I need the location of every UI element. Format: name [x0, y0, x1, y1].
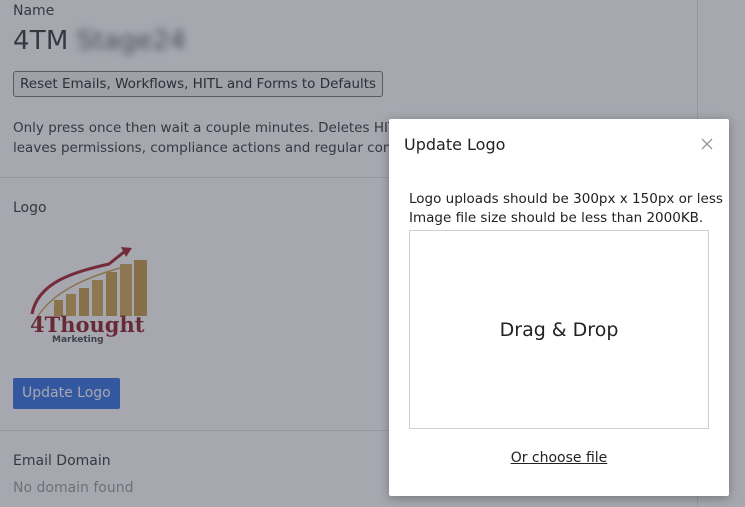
dropzone-label: Drag & Drop: [499, 318, 619, 341]
upload-requirements: Logo uploads should be 300px x 150px or …: [409, 190, 723, 228]
update-logo-modal: Update Logo Logo uploads should be 300px…: [389, 119, 729, 496]
close-x-icon: [701, 138, 713, 150]
modal-title: Update Logo: [404, 135, 506, 154]
upload-requirement-dimensions: Logo uploads should be 300px x 150px or …: [409, 191, 723, 207]
close-icon[interactable]: [698, 135, 716, 153]
file-dropzone[interactable]: Drag & Drop: [409, 230, 709, 429]
choose-file-link[interactable]: Or choose file: [389, 450, 729, 466]
upload-requirement-size: Image file size should be less than 2000…: [409, 210, 704, 226]
